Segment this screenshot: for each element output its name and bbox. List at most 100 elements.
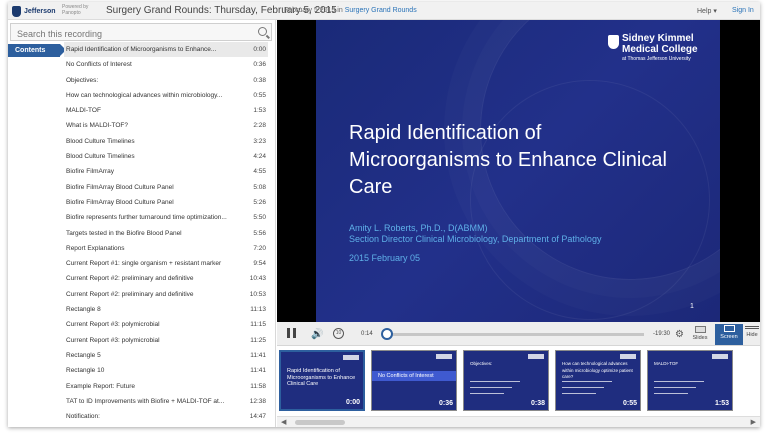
search-box (10, 23, 272, 42)
toc-item-title: Current Report #2: preliminary and defin… (66, 290, 194, 298)
toc-item[interactable]: Objectives: 0:38 (64, 73, 268, 88)
screen-button[interactable]: Screen (715, 324, 743, 345)
thumbnail-text-line (470, 381, 520, 382)
jefferson-logo[interactable]: Jefferson (12, 5, 56, 17)
remaining-time: -19:30 (653, 331, 671, 337)
toc-item[interactable]: Current Report #3: polymicrobial 11:15 (64, 317, 268, 332)
thumbnail-scrollbar[interactable]: ◀ ▶ (277, 416, 760, 427)
toc-item-time: 11:13 (250, 306, 266, 314)
hide-button[interactable]: Hide (743, 325, 760, 345)
thumbnail-logo (712, 354, 728, 359)
help-menu[interactable]: Help ▾ (697, 7, 717, 15)
slides-icon (694, 326, 706, 333)
toc-item[interactable]: Rectangle 10 11:41 (64, 363, 268, 378)
toc-item-time: 12:38 (249, 397, 266, 405)
slides-button[interactable]: Slides (687, 325, 713, 345)
toc-item[interactable]: Report Explanations 7:20 (64, 241, 268, 256)
toc-item[interactable]: Biofire FilmArray Blood Culture Panel 5:2… (64, 195, 268, 210)
toc-item-title: Current Report #3: polymicrobial (66, 336, 160, 344)
thumbnail-time: 1:53 (714, 400, 729, 407)
recording-date: February 5 2015 in (284, 7, 343, 14)
toc-item-title: Biofire represents further turnaround ti… (66, 214, 227, 222)
toc-item-time: 10:53 (249, 290, 266, 298)
toc-item-time: 4:55 (253, 168, 266, 176)
toc-item-time: 5:08 (253, 183, 266, 191)
seek-handle[interactable] (380, 328, 393, 340)
toc-item[interactable]: MALDI-TOF 1:53 (64, 103, 268, 118)
toc-item-time: 11:15 (250, 321, 266, 329)
left-panel: Contents Rapid Identification of Microor… (8, 20, 276, 427)
toc-item-title: Blood Culture Timelines (66, 137, 135, 145)
toc-item[interactable]: Example Report: Future 11:58 (64, 379, 268, 394)
toc-item[interactable]: Blood Culture Timelines 3:23 (64, 134, 268, 149)
toc-item[interactable]: No Conflicts of Interest 0:36 (64, 57, 268, 72)
toc-item[interactable]: How can technological advances within mi… (64, 88, 268, 103)
scrollbar-handle[interactable] (295, 420, 345, 425)
search-icon[interactable] (258, 27, 267, 36)
toc-item-time: 11:41 (250, 351, 266, 359)
thumbnail-text-line (654, 393, 688, 394)
toc-item-time: 5:26 (253, 198, 266, 206)
sign-in-link[interactable]: Sign In (732, 7, 754, 14)
toc-item[interactable]: Biofire FilmArray Blood Culture Panel 5:0… (64, 180, 268, 195)
toc-item-time: 0:38 (253, 76, 266, 84)
toc-item-time: 5:56 (253, 229, 266, 237)
toc-item-title: Objectives: (66, 76, 99, 84)
toc-item-time: 11:58 (250, 382, 266, 390)
scroll-left-icon[interactable]: ◀ (281, 418, 286, 426)
toc-item[interactable]: Current Report #1: single organism + res… (64, 256, 268, 271)
pause-button[interactable] (287, 328, 296, 338)
toc-item-title: Biofire FilmArray (66, 168, 115, 176)
slide-thumbnail[interactable]: Objectives: 0:38 (463, 350, 549, 411)
thumbnail-text-line (470, 387, 512, 388)
toc-item-title: Current Report #2: preliminary and defin… (66, 275, 194, 283)
toc-item[interactable]: Biofire FilmArray 4:55 (64, 164, 268, 179)
thumbnail-title: Objectives: (470, 361, 493, 366)
toc-item[interactable]: Biofire represents further turnaround ti… (64, 210, 268, 225)
slide-thumbnail[interactable]: Rapid Identification of Microorganisms t… (279, 350, 365, 411)
org-name-line1: Sidney Kimmel (622, 33, 694, 44)
folder-link[interactable]: Surgery Grand Rounds (345, 7, 417, 14)
toc-item[interactable]: Rectangle 8 11:13 (64, 302, 268, 317)
toc-item-time: 11:41 (250, 367, 266, 375)
app-window: Jefferson Powered by Panopto Surgery Gra… (8, 2, 760, 427)
toc-item-title: Biofire FilmArray Blood Culture Panel (66, 183, 174, 191)
scroll-right-icon[interactable]: ▶ (751, 418, 756, 426)
tab-contents[interactable]: Contents (8, 44, 66, 57)
toc-item[interactable]: Current Report #2: preliminary and defin… (64, 271, 268, 286)
thumbnail-title: How can technological advances within mi… (562, 361, 633, 379)
thumbnail-title: No Conflicts of Interest (378, 373, 434, 379)
seek-bar[interactable] (382, 333, 644, 336)
search-input[interactable] (11, 26, 241, 42)
rewind-icon[interactable]: 10 (333, 328, 344, 339)
author-name: Amity L. Roberts, Ph.D., D(ABMM) (349, 223, 488, 233)
toc-item[interactable]: Targets tested in the Biofire Blood Pane… (64, 226, 268, 241)
slide-thumbnail[interactable]: MALDI-TOF 1:53 (647, 350, 733, 411)
slide-thumbnail[interactable]: How can technological advances within mi… (555, 350, 641, 411)
help-label: Help (697, 8, 712, 15)
toc-item[interactable]: Blood Culture Timelines 4:24 (64, 149, 268, 164)
toc-item[interactable]: Current Report #2: preliminary and defin… (64, 287, 268, 302)
thumbnail-time: 0:55 (622, 400, 637, 407)
screen-label: Screen (720, 334, 738, 340)
slide-thumbnail[interactable]: No Conflicts of Interest 0:36 (371, 350, 457, 411)
toc-item[interactable]: Rectangle 5 11:41 (64, 348, 268, 363)
toc-item[interactable]: Rapid Identification of Microorganisms t… (64, 42, 268, 58)
toc-item[interactable]: What is MALDI-TOF? 2:28 (64, 118, 268, 133)
video-player[interactable]: Sidney Kimmel Medical College at Thomas … (277, 20, 760, 322)
toc-item-time: 0:00 (253, 46, 266, 53)
thumbnail-title: Rapid Identification of Microorganisms t… (287, 368, 356, 387)
thumbnail-title: MALDI-TOF (654, 361, 679, 366)
slide-title: Rapid Identification of Microorganisms t… (349, 122, 667, 198)
toc-item-title: Blood Culture Timelines (66, 153, 135, 161)
toc-item-time: 9:54 (253, 260, 266, 268)
volume-icon[interactable]: 🔊 (311, 329, 323, 340)
thumbnail-logo (343, 355, 359, 360)
toc-item[interactable]: TAT to ID Improvements with Biofire + MA… (64, 394, 268, 409)
toc-item-title: How can technological advances within mi… (66, 91, 223, 99)
toc-item-time: 7:20 (253, 244, 266, 252)
toc-item[interactable]: Current Report #3: polymicrobial 11:25 (64, 333, 268, 348)
toc-item[interactable]: Notification: 14:47 (64, 409, 268, 424)
gear-icon[interactable]: ⚙ (675, 329, 684, 340)
top-bar: Jefferson Powered by Panopto Surgery Gra… (8, 2, 760, 20)
